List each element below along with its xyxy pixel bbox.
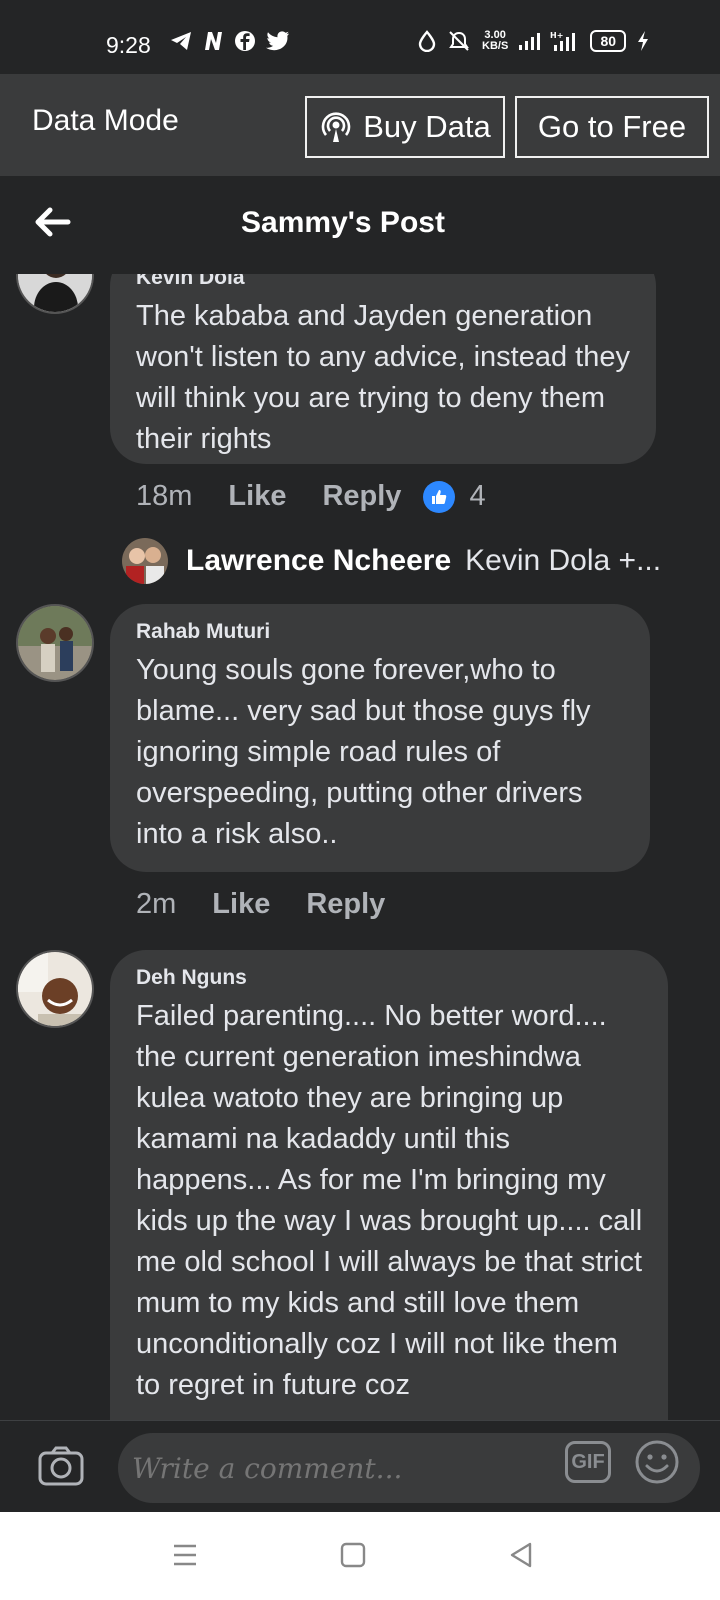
profile-photo [18, 606, 92, 680]
profile-photo [18, 274, 92, 312]
comment-time: 2m [136, 888, 177, 920]
comments-feed[interactable]: Kevin Dola The kababa and Jayden generat… [0, 274, 720, 1420]
avatar[interactable] [16, 604, 94, 682]
go-to-free-button[interactable]: Go to Free [515, 96, 709, 158]
comment-composer: GIF [0, 1420, 720, 1512]
comment-time: 18m [136, 480, 193, 512]
status-system-icons: 3.00 KB/S H+ 80 [418, 30, 650, 52]
comment-bubble[interactable]: Rahab Muturi Young souls gone forever,wh… [110, 604, 650, 872]
avatar[interactable] [16, 274, 94, 314]
speed-unit: KB/S [482, 40, 509, 52]
reply-author[interactable]: Lawrence Ncheere [186, 544, 451, 578]
emoji-icon[interactable] [634, 1439, 680, 1485]
system-nav-bar [0, 1512, 720, 1600]
avatar[interactable] [122, 538, 168, 584]
telegram-icon [171, 32, 191, 50]
comment-actions: 2m Like Reply [136, 888, 421, 921]
svg-text:H+: H+ [550, 31, 563, 40]
network-speed: 3.00 KB/S [482, 30, 508, 52]
status-notification-icons [170, 30, 290, 52]
reply-preview[interactable]: Lawrence Ncheere Kevin Dola +... [122, 538, 661, 584]
page-title: Sammy's Post [241, 206, 445, 239]
gif-button[interactable]: GIF [565, 1441, 611, 1483]
buy-data-label: Buy Data [363, 109, 491, 144]
signal-icon [519, 33, 541, 50]
buy-data-button[interactable]: Buy Data [305, 96, 505, 158]
comment-text: Young souls gone forever,who to blame...… [136, 654, 591, 850]
broadcast-icon [321, 112, 351, 142]
mute-icon [449, 31, 469, 51]
like-button[interactable]: Like [228, 480, 286, 513]
comment-text: Failed parenting.... No better word.... … [136, 1000, 643, 1401]
comment-bubble[interactable]: Deh Nguns Failed parenting.... No better… [110, 950, 668, 1420]
data-mode-label: Data Mode [32, 104, 179, 137]
comment-author[interactable]: Kevin Dola [136, 274, 632, 290]
hplus-signal-icon: H+ [550, 31, 576, 51]
status-time: 9:28 [106, 32, 151, 58]
back-triangle-icon[interactable] [508, 1542, 534, 1568]
comment-bubble[interactable]: Kevin Dola The kababa and Jayden generat… [110, 274, 656, 464]
battery-indicator: 80 [590, 30, 627, 52]
like-reaction-icon[interactable] [423, 480, 456, 513]
data-saver-icon [418, 30, 436, 52]
menu-icon[interactable] [172, 1542, 198, 1568]
home-square-icon[interactable] [340, 1542, 366, 1568]
data-mode-bar: Data Mode Buy Data Go to Free [0, 74, 720, 176]
reply-preview-text: Kevin Dola +... [465, 544, 662, 577]
reaction-count[interactable]: 4 [469, 480, 485, 513]
comment-text: The kababa and Jayden generation won't l… [136, 300, 630, 455]
camera-icon[interactable] [38, 1445, 84, 1487]
comment-author[interactable]: Rahab Muturi [136, 620, 626, 644]
charging-bolt-icon [638, 31, 649, 51]
status-bar: 9:28 3.00 KB/S H+ 80 [0, 0, 720, 74]
reply-button[interactable]: Reply [306, 888, 385, 921]
reply-button[interactable]: Reply [322, 480, 401, 513]
go-to-free-label: Go to Free [537, 109, 687, 144]
comment-actions: 18m Like Reply 4 [136, 480, 486, 513]
comment-input[interactable] [118, 1433, 700, 1503]
post-header: Sammy's Post [0, 176, 720, 274]
twitter-icon [266, 31, 289, 51]
like-button[interactable]: Like [212, 888, 270, 921]
avatar[interactable] [16, 950, 94, 1028]
profile-photo [122, 538, 168, 584]
comment-author[interactable]: Deh Nguns [136, 966, 644, 990]
profile-photo [18, 952, 92, 1026]
n-app-icon [205, 32, 222, 50]
facebook-icon [235, 31, 255, 51]
